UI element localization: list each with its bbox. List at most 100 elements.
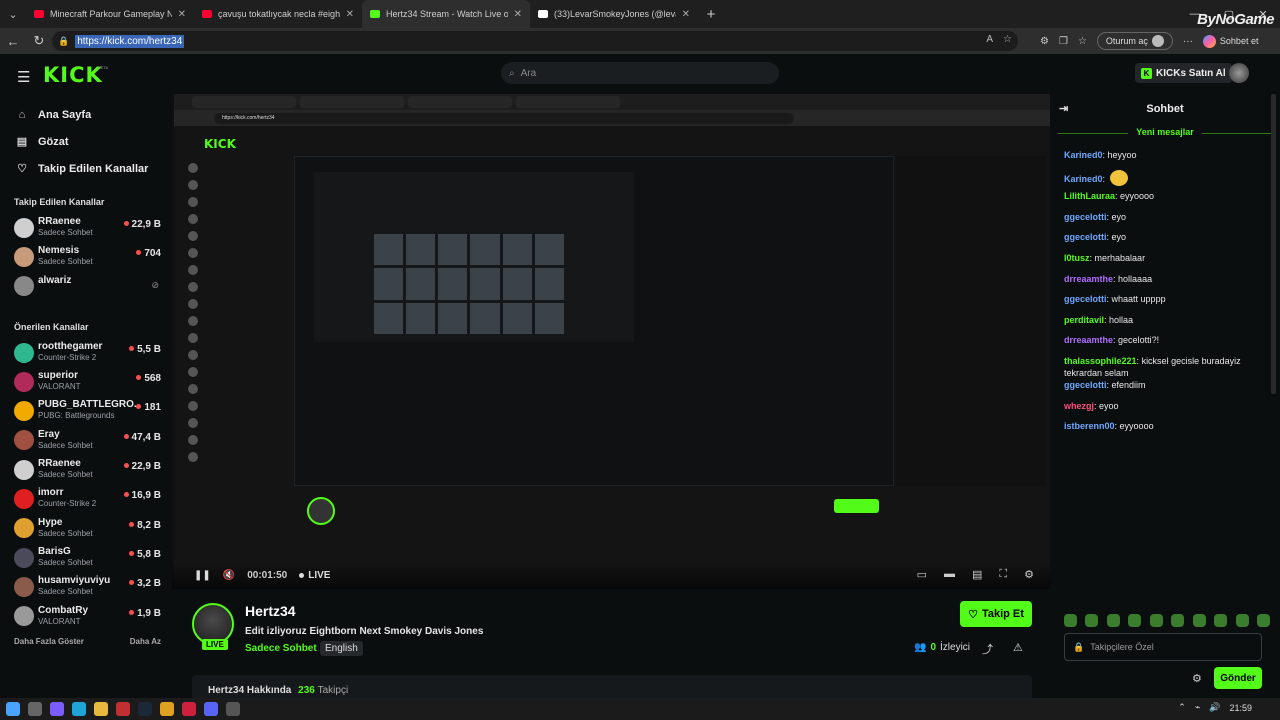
sidebar-nav-item[interactable]: ▤ Gözat <box>0 128 172 155</box>
chat-username[interactable]: perditavil <box>1064 315 1104 325</box>
browser-tab[interactable]: çavuşu tokatlıycak necla #eightb ✕ <box>194 0 362 28</box>
recommended-channel[interactable]: imorr Counter-Strike 2 16,9 B <box>0 484 172 513</box>
volume-icon[interactable]: 🔊 <box>1209 702 1220 713</box>
kick-logo[interactable]: KICK <box>43 63 103 87</box>
tab-list-chevron-icon[interactable]: ⌄ <box>0 0 26 28</box>
collapse-chat-icon[interactable]: ⇥ <box>1059 102 1068 115</box>
emote-icon[interactable] <box>1085 614 1099 627</box>
chat-input[interactable]: 🔒 Takipçilere Özel <box>1064 633 1262 661</box>
chat-username[interactable]: drreaamthe <box>1064 335 1113 345</box>
pause-icon[interactable]: ❚❚ <box>194 570 211 581</box>
theater-mode-icon[interactable]: ▬ <box>944 568 955 581</box>
emote-icon[interactable] <box>1106 614 1120 627</box>
emote-icon[interactable] <box>1214 614 1228 627</box>
emote-icon[interactable] <box>1064 614 1077 627</box>
tab-close-icon[interactable]: ✕ <box>346 9 354 20</box>
tab-close-icon[interactable]: ✕ <box>178 9 186 20</box>
show-more-link[interactable]: Daha Fazla Göster <box>14 637 84 646</box>
chat-username[interactable]: LilithLauraa <box>1064 191 1115 201</box>
emote-icon[interactable] <box>1171 614 1185 627</box>
recommended-channel[interactable]: PUBG_BATTLEGRO... PUBG: Battlegrounds 181 <box>0 396 172 425</box>
emote-icon[interactable] <box>1149 614 1163 627</box>
captions-icon[interactable]: ▤ <box>972 568 982 581</box>
chat-username[interactable]: istberenn00 <box>1064 421 1115 431</box>
report-warning-icon[interactable]: ⚠ <box>1013 641 1023 654</box>
start-icon[interactable] <box>6 702 20 716</box>
emote-icon[interactable] <box>1128 614 1142 627</box>
file-explorer-icon[interactable] <box>94 702 108 716</box>
url-text[interactable]: https://kick.com/hertz34 <box>75 34 185 48</box>
followed-channel[interactable]: Nemesis Sadece Sohbet 704 <box>0 242 172 271</box>
recommended-channel[interactable]: Eray Sadece Sohbet 47,4 B <box>0 426 172 455</box>
sidebar-nav-item[interactable]: ♡ Takip Edilen Kanallar <box>0 155 172 182</box>
extensions-icon[interactable]: ⚙ <box>1040 36 1049 47</box>
chat-username[interactable]: l0tusz <box>1064 253 1090 263</box>
chat-username[interactable]: ggecelotti <box>1064 232 1107 242</box>
collections-icon[interactable]: ❐ <box>1059 36 1068 47</box>
favorites-icon[interactable]: ☆ <box>1078 36 1087 47</box>
video-player[interactable]: https://kick.com/hertz34 KICK <box>172 94 1050 589</box>
emote-icon[interactable] <box>1235 614 1249 627</box>
app-icon[interactable] <box>226 702 240 716</box>
recommended-channel[interactable]: Hype Sadece Sohbet 8,2 B <box>0 514 172 543</box>
chat-username[interactable]: ggecelotti <box>1064 294 1107 304</box>
app-icon[interactable] <box>182 702 196 716</box>
recommended-channel[interactable]: RRaenee Sadece Sohbet 22,9 B <box>0 455 172 484</box>
emote-icon[interactable] <box>1192 614 1206 627</box>
browser-tab[interactable]: Hertz34 Stream - Watch Live on K ✕ <box>362 0 530 28</box>
send-button[interactable]: Gönder <box>1214 667 1262 689</box>
chat-username[interactable]: whezgj <box>1064 401 1094 411</box>
follow-button[interactable]: ♡ Takip Et <box>960 601 1032 627</box>
fullscreen-icon[interactable]: ⛶ <box>999 568 1007 581</box>
copilot-app-icon[interactable] <box>50 702 64 716</box>
more-menu-icon[interactable]: ··· <box>1183 36 1193 47</box>
emote-icon[interactable] <box>1256 614 1270 627</box>
chat-username[interactable]: ggecelotti <box>1064 212 1107 222</box>
edge-icon[interactable] <box>72 702 86 716</box>
followed-channel[interactable]: alwariz ⊘ <box>0 272 172 301</box>
tray-chevron-icon[interactable]: ⌃ <box>1178 702 1186 713</box>
browser-tab[interactable]: (33)LevarSmokeyJones (@levarsm ✕ <box>530 0 698 28</box>
copilot-button[interactable]: Sohbet et <box>1202 34 1258 48</box>
language-tag[interactable]: English <box>320 641 363 656</box>
favorite-star-icon[interactable]: ☆ <box>1003 34 1012 45</box>
back-icon[interactable]: ← <box>0 34 26 49</box>
recommended-channel[interactable]: rootthegamer Counter-Strike 2 5,5 B <box>0 338 172 367</box>
streamer-name[interactable]: Hertz34 <box>245 603 296 619</box>
miniplayer-icon[interactable]: ▭ <box>917 568 927 581</box>
browser-tab[interactable]: Minecraft Parkour Gameplay No C ✕ <box>26 0 194 28</box>
new-tab-button[interactable]: + <box>698 6 724 23</box>
show-less-link[interactable]: Daha Az <box>130 637 161 646</box>
stream-category[interactable]: Sadece Sohbet <box>245 643 317 654</box>
search-input[interactable]: ⌕ Ara <box>501 62 779 84</box>
recommended-channel[interactable]: CombatRy VALORANT 1,9 B <box>0 602 172 631</box>
sidebar-nav-item[interactable]: ⌂ Ana Sayfa <box>0 101 172 128</box>
settings-gear-icon[interactable]: ⚙ <box>1024 568 1034 581</box>
sign-in-button[interactable]: Oturum aç <box>1096 32 1173 50</box>
recommended-channel[interactable]: superior VALORANT 568 <box>0 367 172 396</box>
buy-kicks-button[interactable]: K KICKs Satın Al <box>1135 63 1232 83</box>
address-bar[interactable]: 🔒 https://kick.com/hertz34 A ☆ <box>52 31 1018 51</box>
chat-username[interactable]: drreaamthe <box>1064 274 1113 284</box>
chat-settings-gear-icon[interactable]: ⚙ <box>1192 672 1202 685</box>
volume-muted-icon[interactable]: 🔇 <box>223 570 235 581</box>
app-icon[interactable] <box>116 702 130 716</box>
followed-channel[interactable]: RRaenee Sadece Sohbet 22,9 B <box>0 213 172 242</box>
chrome-icon[interactable] <box>160 702 174 716</box>
chat-username[interactable]: ggecelotti <box>1064 380 1107 390</box>
share-icon[interactable]: ⤴ <box>982 641 993 657</box>
network-icon[interactable]: ⌁ <box>1195 702 1200 713</box>
discord-icon[interactable] <box>204 702 218 716</box>
recommended-channel[interactable]: husamviyuviyu Sadece Sohbet 3,2 B <box>0 572 172 601</box>
hamburger-menu-icon[interactable]: ☰ <box>17 68 30 86</box>
chat-username[interactable]: Karined0 <box>1064 150 1103 160</box>
chat-username[interactable]: Karined0 <box>1064 174 1103 184</box>
read-aloud-icon[interactable]: A <box>986 34 993 45</box>
user-avatar[interactable] <box>1229 63 1249 83</box>
task-view-icon[interactable] <box>28 702 42 716</box>
steam-icon[interactable] <box>138 702 152 716</box>
page-scrollbar[interactable] <box>1271 94 1276 394</box>
lock-icon[interactable]: 🔒 <box>58 36 69 47</box>
refresh-icon[interactable]: ↻ <box>26 33 52 49</box>
recommended-channel[interactable]: BarisG Sadece Sohbet 5,8 B <box>0 543 172 572</box>
